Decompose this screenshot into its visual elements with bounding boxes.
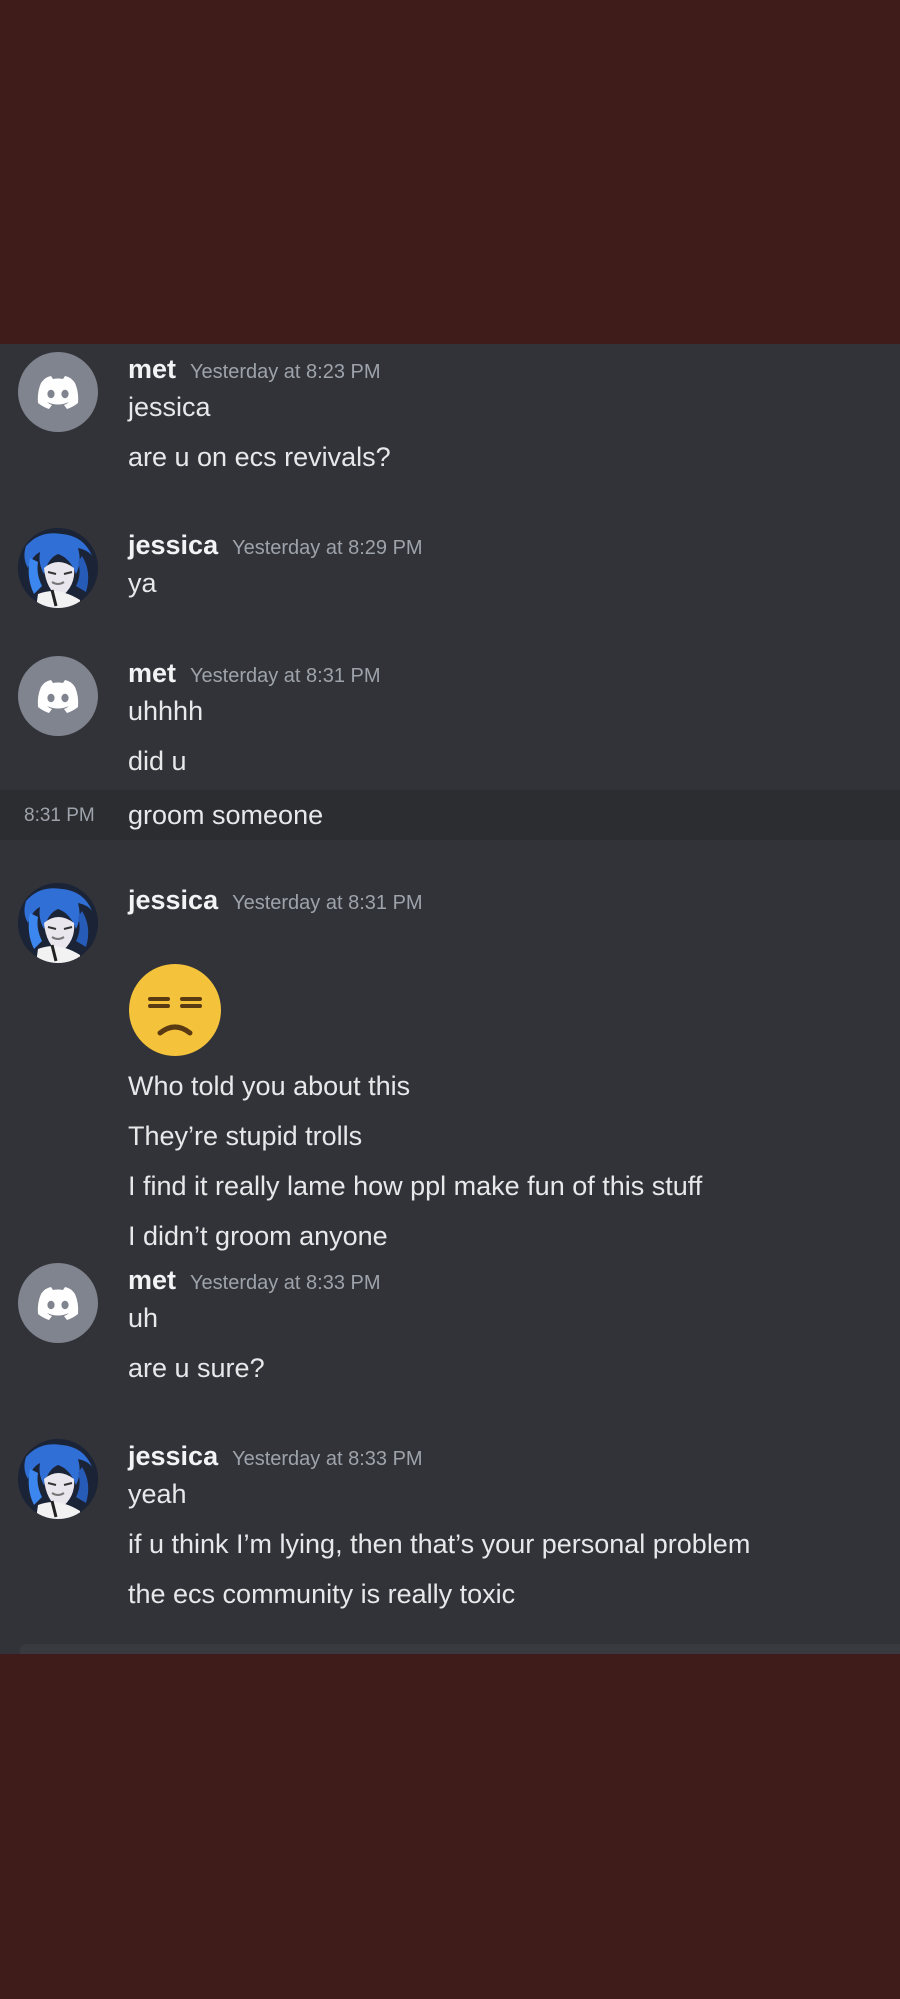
message-header: jessica Yesterday at 8:33 PM xyxy=(128,1441,423,1472)
timestamp: Yesterday at 8:31 PM xyxy=(190,665,381,687)
timestamp: Yesterday at 8:29 PM xyxy=(232,537,423,559)
message-text: yeah xyxy=(128,1479,187,1509)
message-text: Who told you about this xyxy=(128,1071,411,1101)
message-text: They’re stupid trolls xyxy=(128,1121,363,1151)
username[interactable]: jessica xyxy=(128,1441,218,1471)
chat-panel: met Yesterday at 8:23 PM jessica are u on… xyxy=(0,344,900,1654)
anime-avatar-icon[interactable] xyxy=(18,528,98,608)
message-text: I didn’t groom anyone xyxy=(128,1221,388,1251)
message-header: met Yesterday at 8:33 PM xyxy=(128,1265,381,1296)
message-header: jessica Yesterday at 8:31 PM xyxy=(128,885,423,916)
message-text: did u xyxy=(128,746,187,776)
username[interactable]: met xyxy=(128,1265,176,1295)
username[interactable]: met xyxy=(128,658,176,688)
message-text: jessica xyxy=(128,392,211,422)
message-text: if u think I’m lying, then that’s your p… xyxy=(128,1529,751,1559)
unamused-face-emoji xyxy=(128,963,222,1057)
message-input-edge xyxy=(20,1644,900,1654)
message-text: uh xyxy=(128,1303,159,1333)
message-text: are u on ecs revivals? xyxy=(128,442,391,472)
discord-logo-icon[interactable] xyxy=(18,1263,98,1343)
message-header: jessica Yesterday at 8:29 PM xyxy=(128,530,423,561)
anime-avatar-icon[interactable] xyxy=(18,883,98,963)
message-text: I find it really lame how ppl make fun o… xyxy=(128,1171,703,1201)
username[interactable]: jessica xyxy=(128,885,218,915)
message-text: groom someone xyxy=(128,800,324,830)
discord-logo-icon[interactable] xyxy=(18,352,98,432)
message-text: uhhhh xyxy=(128,696,204,726)
message-header: met Yesterday at 8:31 PM xyxy=(128,658,381,689)
message-header: met Yesterday at 8:23 PM xyxy=(128,354,381,385)
message-text: ya xyxy=(128,568,157,598)
anime-avatar-icon[interactable] xyxy=(18,1439,98,1519)
hovered-message-row[interactable]: 8:31 PM groom someone xyxy=(0,790,900,840)
username[interactable]: jessica xyxy=(128,530,218,560)
timestamp: Yesterday at 8:33 PM xyxy=(232,1448,423,1470)
message-text: are u sure? xyxy=(128,1353,265,1383)
username[interactable]: met xyxy=(128,354,176,384)
hover-timestamp: 8:31 PM xyxy=(24,805,95,826)
discord-logo-icon[interactable] xyxy=(18,656,98,736)
timestamp: Yesterday at 8:31 PM xyxy=(232,892,423,914)
timestamp: Yesterday at 8:23 PM xyxy=(190,361,381,383)
message-text: the ecs community is really toxic xyxy=(128,1579,516,1609)
timestamp: Yesterday at 8:33 PM xyxy=(190,1272,381,1294)
